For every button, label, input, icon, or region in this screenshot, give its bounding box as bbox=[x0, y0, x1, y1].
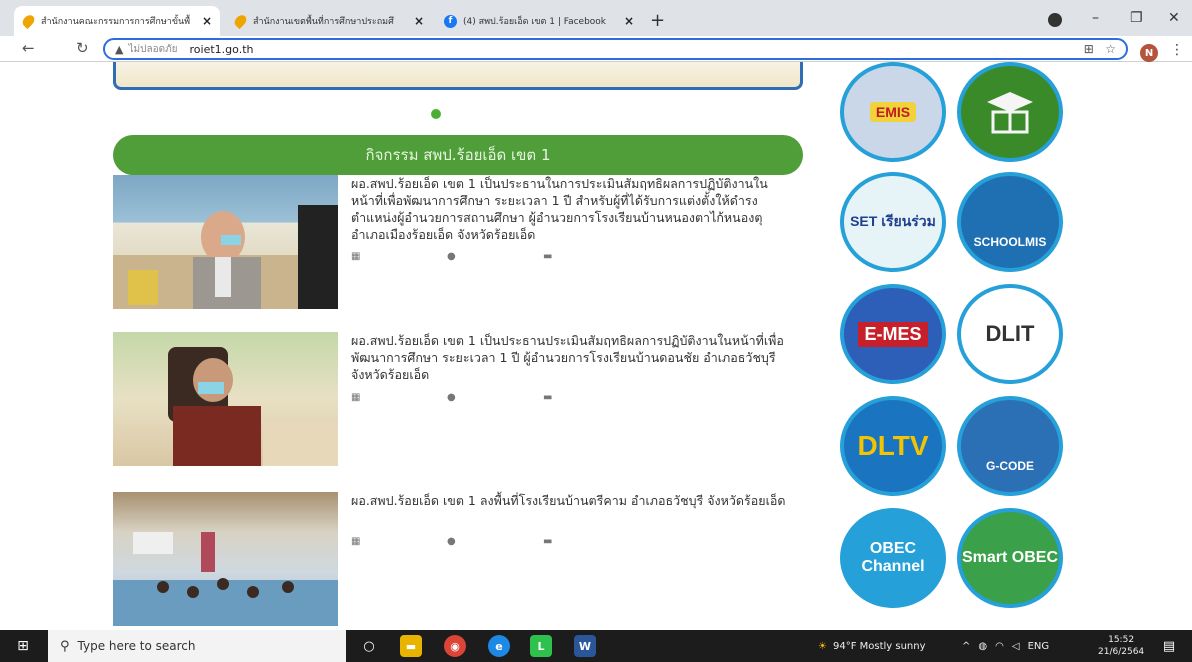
volume-icon[interactable]: ◁ bbox=[1012, 641, 1020, 652]
weather-text: 94°F Mostly sunny bbox=[832, 640, 926, 652]
browser-toolbar: ← ↻ ▲ ไม่ปลอดภัย roiet1.go.th ⊞ ☆ bbox=[0, 36, 1192, 62]
link-label: Smart OBEC bbox=[961, 549, 1059, 566]
news-item[interactable]: ผอ.สพป.ร้อยเอ็ด เขต 1 ลงพื้นที่โรงเรียนบ… bbox=[113, 492, 803, 628]
search-placeholder: Type here to search bbox=[77, 639, 196, 653]
user-icon: ● bbox=[447, 251, 456, 262]
clock[interactable]: 15:52 21/6/2564 bbox=[1098, 634, 1144, 658]
user-icon: ● bbox=[447, 392, 456, 403]
set-link[interactable]: SET เรียนร่วม bbox=[840, 172, 946, 272]
browser-tab-2[interactable]: สำนักงานเขตพื้นที่การศึกษาประถมศึ × bbox=[226, 6, 432, 36]
news-thumbnail[interactable] bbox=[113, 492, 338, 626]
drop-icon bbox=[20, 12, 37, 30]
address-bar[interactable]: ▲ ไม่ปลอดภัย roiet1.go.th ⊞ ☆ bbox=[103, 38, 1128, 60]
restore-icon[interactable]: ❐ bbox=[1130, 10, 1143, 26]
link-label: SCHOOLMIS bbox=[973, 235, 1047, 249]
windows-start-icon[interactable]: ⊞ bbox=[8, 634, 38, 658]
notification-icon[interactable]: ▤ bbox=[1158, 635, 1180, 657]
gcode-link[interactable]: G-CODE bbox=[957, 396, 1063, 496]
cortana-icon[interactable]: ○ bbox=[358, 635, 380, 657]
calendar-icon: ▦ bbox=[351, 536, 361, 547]
window-close-icon[interactable]: ✕ bbox=[1168, 10, 1180, 26]
tab-title: สำนักงานเขตพื้นที่การศึกษาประถมศึ bbox=[253, 17, 394, 27]
record-icon[interactable] bbox=[1048, 13, 1062, 27]
browser-tab-3[interactable]: f (4) สพป.ร้อยเอ็ด เขต 1 | Facebook × bbox=[436, 6, 642, 36]
security-label: ไม่ปลอดภัย bbox=[128, 43, 178, 55]
schoolmis-link[interactable]: SCHOOLMIS bbox=[957, 172, 1063, 272]
emes-link[interactable]: E-MES bbox=[840, 284, 946, 384]
clock-date: 21/6/2564 bbox=[1098, 647, 1145, 657]
section-title: กิจกรรม สพป.ร้อยเอ็ด เขต 1 bbox=[113, 135, 803, 175]
search-icon: ⚲ bbox=[60, 638, 70, 654]
emis-link[interactable]: EMIS bbox=[840, 62, 946, 162]
bookmark-star-icon[interactable]: ⊞ ☆ bbox=[1084, 42, 1116, 56]
link-label: SET เรียนร่วม bbox=[850, 213, 936, 229]
obec-channel-link[interactable]: OBEC Channel bbox=[840, 508, 946, 608]
news-meta: ▦ ● ▬ bbox=[351, 536, 639, 547]
taskbar-search[interactable]: ⚲ Type here to search bbox=[48, 630, 346, 662]
slider-dot[interactable] bbox=[431, 109, 441, 119]
dlit-link[interactable]: DLIT bbox=[957, 284, 1063, 384]
news-meta: ▦ ● ▬ bbox=[351, 251, 639, 262]
minimize-icon[interactable]: – bbox=[1092, 10, 1099, 26]
chrome-icon[interactable]: ◉ bbox=[444, 635, 466, 657]
browser-tabstrip: สำนักงานคณะกรรมการการศึกษาขั้นพื้ × สำนั… bbox=[0, 0, 1192, 36]
menu-dots-icon[interactable]: ⋮ bbox=[1170, 42, 1184, 58]
warning-icon: ▲ bbox=[115, 42, 124, 56]
link-label: EMIS bbox=[869, 102, 917, 122]
close-icon[interactable]: × bbox=[624, 14, 634, 28]
system-tray[interactable]: ^ ◍ ◠ ◁ ENG bbox=[962, 630, 1049, 662]
url-text: roiet1.go.th bbox=[189, 42, 254, 56]
taskbar: ⊞ ⚲ Type here to search ○ ▬ ◉ e L W ☀ 94… bbox=[0, 630, 1192, 662]
news-thumbnail[interactable] bbox=[113, 332, 338, 466]
news-item[interactable]: ผอ.สพป.ร้อยเอ็ด เขต 1 เป็นประธานในการประ… bbox=[113, 175, 803, 315]
close-icon[interactable]: × bbox=[202, 14, 212, 28]
book-icon bbox=[987, 92, 1033, 134]
sun-icon: ☀ bbox=[818, 640, 827, 652]
folder-icon: ▬ bbox=[543, 392, 553, 403]
wifi-icon[interactable]: ◠ bbox=[995, 641, 1004, 652]
edge-icon[interactable]: e bbox=[488, 635, 510, 657]
news-item[interactable]: ผอ.สพป.ร้อยเอ็ด เขต 1 เป็นประธานประเมินส… bbox=[113, 332, 803, 472]
tab-title: สำนักงานคณะกรรมการการศึกษาขั้นพื้ bbox=[41, 17, 191, 27]
facebook-icon: f bbox=[444, 14, 457, 28]
dltv-link[interactable]: DLTV bbox=[840, 396, 946, 496]
profile-avatar[interactable]: N bbox=[1140, 44, 1158, 62]
link-label: E-MES bbox=[858, 321, 928, 347]
news-meta: ▦ ● ▬ bbox=[351, 392, 639, 403]
clock-time: 15:52 bbox=[1108, 635, 1135, 645]
word-icon[interactable]: W bbox=[574, 635, 596, 657]
news-thumbnail[interactable] bbox=[113, 175, 338, 309]
reload-icon[interactable]: ↻ bbox=[76, 39, 89, 57]
close-icon[interactable]: × bbox=[414, 14, 424, 28]
chevron-up-icon[interactable]: ^ bbox=[962, 641, 970, 652]
folder-icon: ▬ bbox=[543, 536, 553, 547]
banner-slider[interactable] bbox=[113, 62, 803, 90]
elearning-link[interactable] bbox=[957, 62, 1063, 162]
drop-icon bbox=[232, 12, 249, 30]
network-icon[interactable]: ◍ bbox=[978, 641, 987, 652]
link-label: DLIT bbox=[985, 321, 1035, 346]
new-tab-button[interactable]: + bbox=[650, 10, 665, 31]
news-title[interactable]: ผอ.สพป.ร้อยเอ็ด เขต 1 เป็นประธานในการประ… bbox=[351, 175, 791, 243]
screen: สำนักงานคณะกรรมการการศึกษาขั้นพื้ × สำนั… bbox=[0, 0, 1192, 662]
line-icon[interactable]: L bbox=[530, 635, 552, 657]
weather-widget[interactable]: ☀ 94°F Mostly sunny bbox=[818, 630, 926, 662]
file-explorer-icon[interactable]: ▬ bbox=[400, 635, 422, 657]
tab-title: (4) สพป.ร้อยเอ็ด เขต 1 | Facebook bbox=[463, 17, 607, 27]
calendar-icon: ▦ bbox=[351, 251, 361, 262]
user-icon: ● bbox=[447, 536, 456, 547]
link-label: OBEC Channel bbox=[861, 540, 925, 575]
smart-obec-link[interactable]: Smart OBEC bbox=[957, 508, 1063, 608]
browser-tab-1[interactable]: สำนักงานคณะกรรมการการศึกษาขั้นพื้ × bbox=[14, 6, 220, 36]
language-indicator[interactable]: ENG bbox=[1028, 641, 1050, 652]
folder-icon: ▬ bbox=[543, 251, 553, 262]
back-arrow-icon[interactable]: ← bbox=[22, 39, 35, 57]
link-label: DLTV bbox=[857, 430, 929, 461]
news-title[interactable]: ผอ.สพป.ร้อยเอ็ด เขต 1 เป็นประธานประเมินส… bbox=[351, 332, 791, 383]
link-label: G-CODE bbox=[986, 459, 1034, 473]
calendar-icon: ▦ bbox=[351, 392, 361, 403]
news-title[interactable]: ผอ.สพป.ร้อยเอ็ด เขต 1 ลงพื้นที่โรงเรียนบ… bbox=[351, 492, 791, 509]
